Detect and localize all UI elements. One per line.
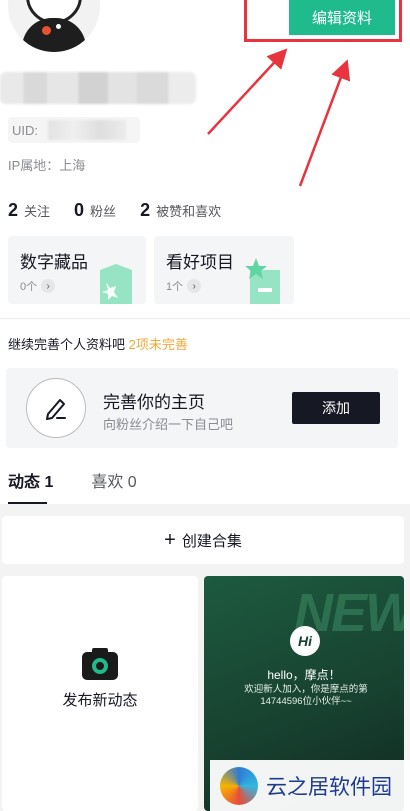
remaining-items-link[interactable]: 2项未完善 bbox=[129, 337, 188, 352]
card-count: 1个 › bbox=[166, 278, 202, 294]
avatar-body bbox=[22, 18, 86, 52]
publish-post-label: 发布新动态 bbox=[62, 692, 138, 709]
welcome-hello: hello，摩点！ bbox=[267, 668, 341, 682]
digital-collectibles-card[interactable]: 数字藏品 0个 › bbox=[8, 236, 146, 304]
uid-label: UID: bbox=[12, 122, 38, 138]
stat-count: 2 bbox=[140, 200, 151, 220]
edit-profile-button[interactable]: 编辑资料 bbox=[289, 0, 395, 35]
camera-icon bbox=[82, 648, 118, 680]
stat-following[interactable]: 2 关注 bbox=[8, 200, 50, 221]
profile-completion-hint: 继续完善个人资料吧 2项未完善 bbox=[8, 337, 188, 352]
stat-followers[interactable]: 0 粉丝 bbox=[74, 200, 116, 221]
star-board-icon bbox=[245, 258, 280, 304]
promo-subtitle: 向粉丝介绍一下自己吧 bbox=[103, 417, 234, 432]
favored-projects-card[interactable]: 看好项目 1个 › bbox=[154, 236, 294, 304]
stat-count: 0 bbox=[74, 200, 85, 220]
stat-label: 关注 bbox=[24, 204, 51, 219]
welcome-message: 欢迎新人加入，你是摩点的第14744596位小伙伴~~ bbox=[244, 684, 368, 707]
card-title: 数字藏品 bbox=[20, 253, 88, 272]
tab-posts[interactable]: 动态 1 bbox=[8, 468, 53, 504]
username-blurred bbox=[0, 72, 196, 104]
annotation-highlight-box: 编辑资料 bbox=[244, 0, 402, 42]
ip-location: IP属地：上海 bbox=[8, 158, 86, 173]
chevron-right-icon: › bbox=[41, 279, 56, 293]
avatar[interactable] bbox=[8, 0, 100, 52]
edit-pencil-icon bbox=[26, 378, 86, 438]
complete-homepage-card: 完善你的主页 向粉丝介绍一下自己吧 添加 bbox=[6, 368, 398, 448]
site-watermark: 云之居软件园 bbox=[210, 760, 410, 811]
uid-value-blurred bbox=[48, 120, 126, 140]
add-button[interactable]: 添加 bbox=[292, 392, 380, 424]
gift-box-icon bbox=[100, 264, 132, 304]
content-tabs: 动态 1 喜欢 0 bbox=[8, 468, 175, 504]
tab-likes[interactable]: 喜欢 0 bbox=[91, 468, 136, 492]
create-collection-button[interactable]: + 创建合集 bbox=[2, 516, 404, 564]
watermark-logo-icon bbox=[220, 766, 258, 805]
annotation-arrow bbox=[207, 48, 288, 135]
stat-likes[interactable]: 2 被赞和喜欢 bbox=[140, 200, 221, 221]
card-count: 0个 › bbox=[20, 278, 56, 294]
stat-label: 被赞和喜欢 bbox=[156, 204, 222, 219]
card-title: 看好项目 bbox=[166, 253, 234, 272]
promo-title: 完善你的主页 bbox=[103, 393, 205, 412]
hi-badge-icon: Hi bbox=[290, 626, 320, 656]
create-collection-label: 创建合集 bbox=[181, 532, 242, 550]
plus-icon: + bbox=[164, 528, 176, 551]
stats-row: 2 关注 0 粉丝 2 被赞和喜欢 bbox=[8, 200, 245, 221]
section-divider bbox=[0, 318, 410, 319]
stat-label: 粉丝 bbox=[90, 204, 117, 219]
chevron-right-icon: › bbox=[187, 279, 202, 293]
stat-count: 2 bbox=[8, 200, 19, 220]
uid-row[interactable]: UID: bbox=[8, 117, 140, 143]
publish-post-tile[interactable]: 发布新动态 bbox=[2, 576, 198, 811]
annotation-arrow bbox=[298, 59, 351, 187]
watermark-text: 云之居软件园 bbox=[266, 774, 392, 799]
